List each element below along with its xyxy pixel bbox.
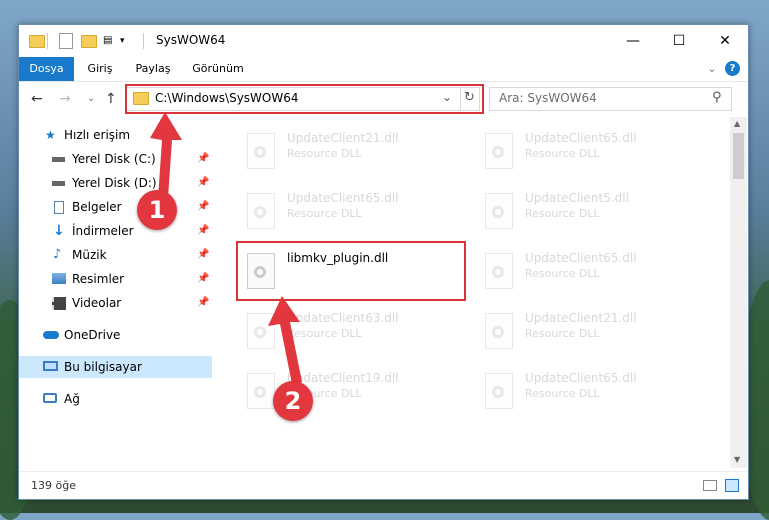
step-two-badge: 2 [273,381,313,421]
arrow-two [268,296,302,384]
step-one-badge: 1 [137,190,177,230]
